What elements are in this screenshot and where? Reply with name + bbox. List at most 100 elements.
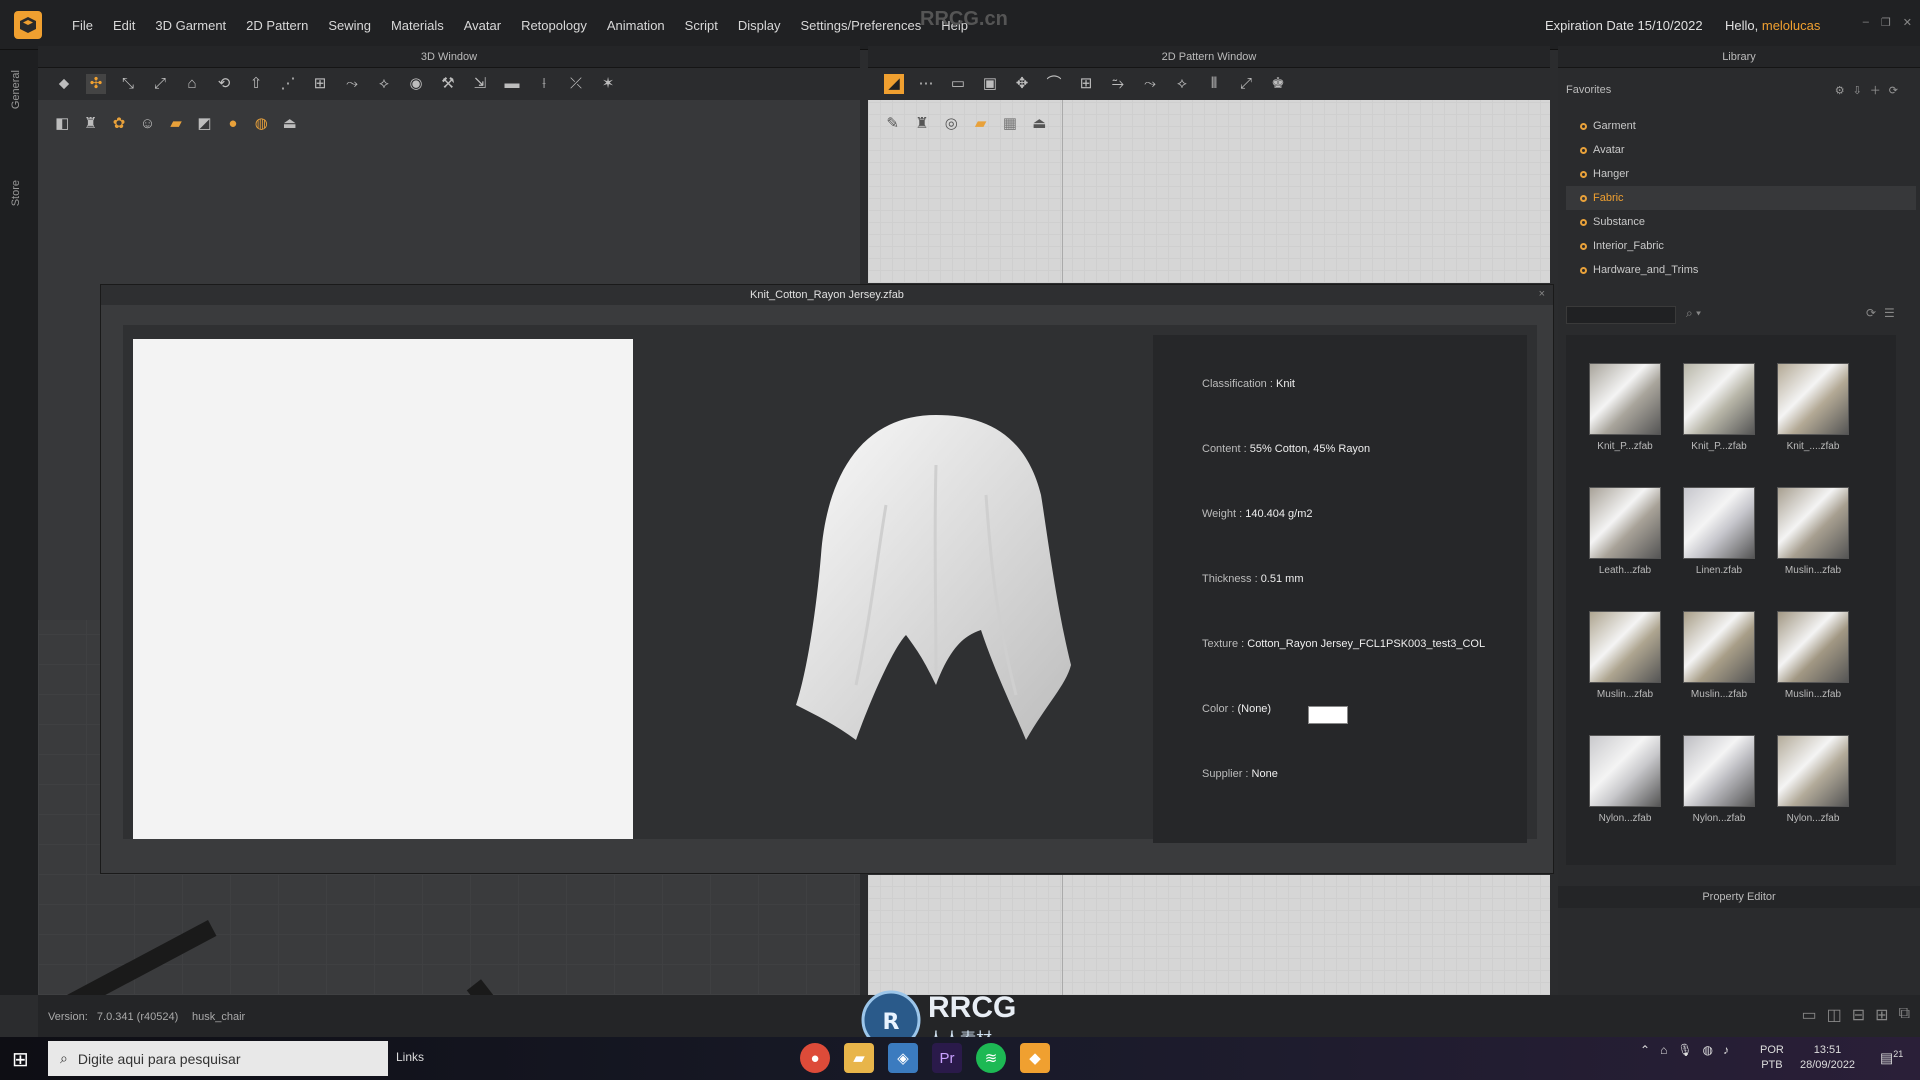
brush-icon[interactable]: ✎ [884,114,901,134]
fabric-thumbnail[interactable]: Nylon...zfab [1674,735,1764,855]
pattern-grid[interactable] [868,875,1550,995]
pointer-tool-icon[interactable]: ⬥ [54,74,74,94]
menu-edit[interactable]: Edit [103,18,145,33]
layout-single-icon[interactable]: ▭ [1802,1005,1817,1025]
file-explorer-icon[interactable]: ▰ [844,1043,874,1073]
tack-icon[interactable]: ⊞ [310,74,330,94]
chevron-up-icon[interactable]: ⌃ [1640,1043,1650,1057]
export-icon[interactable]: ⏏ [282,114,298,134]
menu-avatar[interactable]: Avatar [454,18,511,33]
fabric-thumbnail[interactable]: Muslin...zfab [1674,611,1764,731]
fabric-icon[interactable]: ▰ [168,114,184,134]
arrange-icon[interactable]: ⟊ [534,74,554,94]
shirt-icon[interactable]: ♚ [1268,74,1288,94]
freeform-icon[interactable]: ⟡ [374,74,394,94]
fold-icon[interactable]: ⌂ [182,74,202,94]
flip-icon[interactable]: ⟲ [214,74,234,94]
fabric-thumbnail[interactable]: Knit_P...zfab [1580,363,1670,483]
measure-icon[interactable]: ⇲ [470,74,490,94]
volume-icon[interactable]: ♪ [1723,1043,1729,1057]
menu-3d-garment[interactable]: 3D Garment [145,18,236,33]
edit-curve-icon[interactable]: ⤢ [150,74,170,94]
trace-icon[interactable]: ⊞ [1076,74,1096,94]
export-small-icon[interactable]: ⏏ [1031,114,1048,134]
username[interactable]: melolucas [1762,18,1821,33]
network-icon[interactable]: ⌂ [1660,1043,1667,1057]
rail-tab-store[interactable]: Store [10,180,22,206]
taskbar-search-input[interactable]: ⌕ Digite aqui para pesquisar [48,1041,388,1076]
layout-custom-icon[interactable]: ⧉ [1899,1005,1910,1025]
spotify-icon[interactable]: ≋ [976,1043,1006,1073]
wifi-icon[interactable]: ◍ [1703,1043,1713,1057]
pin-icon[interactable]: ⇧ [246,74,266,94]
menu-settings[interactable]: Settings/Preferences [791,18,932,33]
tape-icon[interactable]: ▬ [502,74,522,94]
layout-quad-icon[interactable]: ⊞ [1875,1005,1888,1025]
segment-icon[interactable]: ⋰ [278,74,298,94]
library-actions-icon[interactable]: ⚙⇩＋⟳ [1835,82,1906,98]
menu-sewing[interactable]: Sewing [318,18,381,33]
favorite-item-hardware[interactable]: Hardware_and_Trims [1566,258,1916,282]
grid-icon[interactable]: ▦ [1001,114,1018,134]
transform-pattern-icon[interactable]: ⋯ [916,74,936,94]
free-sew-icon[interactable]: ⟡ [1172,74,1192,94]
fabric-thumbnail[interactable]: Leath...zfab [1580,487,1670,607]
menu-file[interactable]: File [62,18,103,33]
taskbar-links[interactable]: Links [396,1050,424,1064]
app-logo-icon[interactable] [14,11,42,39]
clock[interactable]: 13:51 28/09/2022 [1800,1043,1855,1073]
fabric-thumbnail[interactable]: Muslin...zfab [1580,611,1670,731]
garment-icon[interactable]: ♜ [82,114,98,134]
rectangle-icon[interactable]: ▭ [948,74,968,94]
search-icon[interactable]: ⌕ ▾ [1686,306,1701,321]
microphone-icon[interactable]: 🎙 [1677,1043,1692,1057]
windows-start-icon[interactable]: ⊞ [12,1047,29,1072]
favorite-item-garment[interactable]: Garment [1566,114,1916,138]
skin-icon[interactable]: ● [225,114,241,134]
fabric-thumbnail[interactable]: Nylon...zfab [1768,735,1858,855]
layout-three-icon[interactable]: ⊟ [1852,1005,1865,1025]
favorite-item-substance[interactable]: Substance [1566,210,1916,234]
zoom-icon[interactable]: ◎ [943,114,960,134]
menu-display[interactable]: Display [728,18,791,33]
fabric-thumbnail[interactable]: Knit_....zfab [1768,363,1858,483]
ruler-icon[interactable]: ⤢ [1236,74,1256,94]
zipper-icon[interactable]: ⚒ [438,74,458,94]
menu-retopology[interactable]: Retopology [511,18,597,33]
globe-icon[interactable]: ◍ [253,114,269,134]
pleat-icon[interactable]: ⦀ [1204,74,1224,94]
render-icon[interactable]: ◧ [54,114,70,134]
view-mode-icon[interactable]: ⟳☰ [1866,306,1903,320]
clo3d-icon[interactable]: ◆ [1020,1043,1050,1073]
minimize-icon[interactable]: – [1863,16,1869,29]
internal-rect-icon[interactable]: ▣ [980,74,1000,94]
move-tool-icon[interactable]: ✣ [86,74,106,94]
dart-icon[interactable]: ✥ [1012,74,1032,94]
curve-point-icon[interactable]: ⌒ [1044,74,1064,94]
layout-split-icon[interactable]: ◫ [1827,1005,1842,1025]
avatar-icon[interactable]: ☺ [139,114,155,134]
select-pattern-icon[interactable]: ◢ [884,74,904,94]
fabric-small-icon[interactable]: ▰ [972,114,989,134]
shirt-small-icon[interactable]: ♜ [913,114,930,134]
language-indicator[interactable]: POR PTB [1760,1043,1784,1073]
sew-icon[interactable]: ⤳ [342,74,362,94]
menu-materials[interactable]: Materials [381,18,454,33]
favorite-item-fabric[interactable]: Fabric [1566,186,1916,210]
transform-icon[interactable]: ⤫ [566,74,586,94]
edit-point-icon[interactable]: ⤡ [118,74,138,94]
favorite-item-hanger[interactable]: Hanger [1566,162,1916,186]
close-icon[interactable]: × [1539,288,1545,300]
segment-sew-icon[interactable]: ⤳ [1140,74,1160,94]
library-search-input[interactable] [1566,306,1676,324]
restore-icon[interactable]: ❐ [1881,16,1891,29]
favorite-item-avatar[interactable]: Avatar [1566,138,1916,162]
shade-icon[interactable]: ◩ [196,114,212,134]
app-icon[interactable]: ◈ [888,1043,918,1073]
menu-animation[interactable]: Animation [597,18,675,33]
chrome-icon[interactable]: ● [800,1043,830,1073]
button-icon[interactable]: ◉ [406,74,426,94]
notification-icon[interactable]: ▤21 [1880,1049,1903,1067]
fabric-thumbnail[interactable]: Knit_P...zfab [1674,363,1764,483]
favorite-item-interior-fabric[interactable]: Interior_Fabric [1566,234,1916,258]
